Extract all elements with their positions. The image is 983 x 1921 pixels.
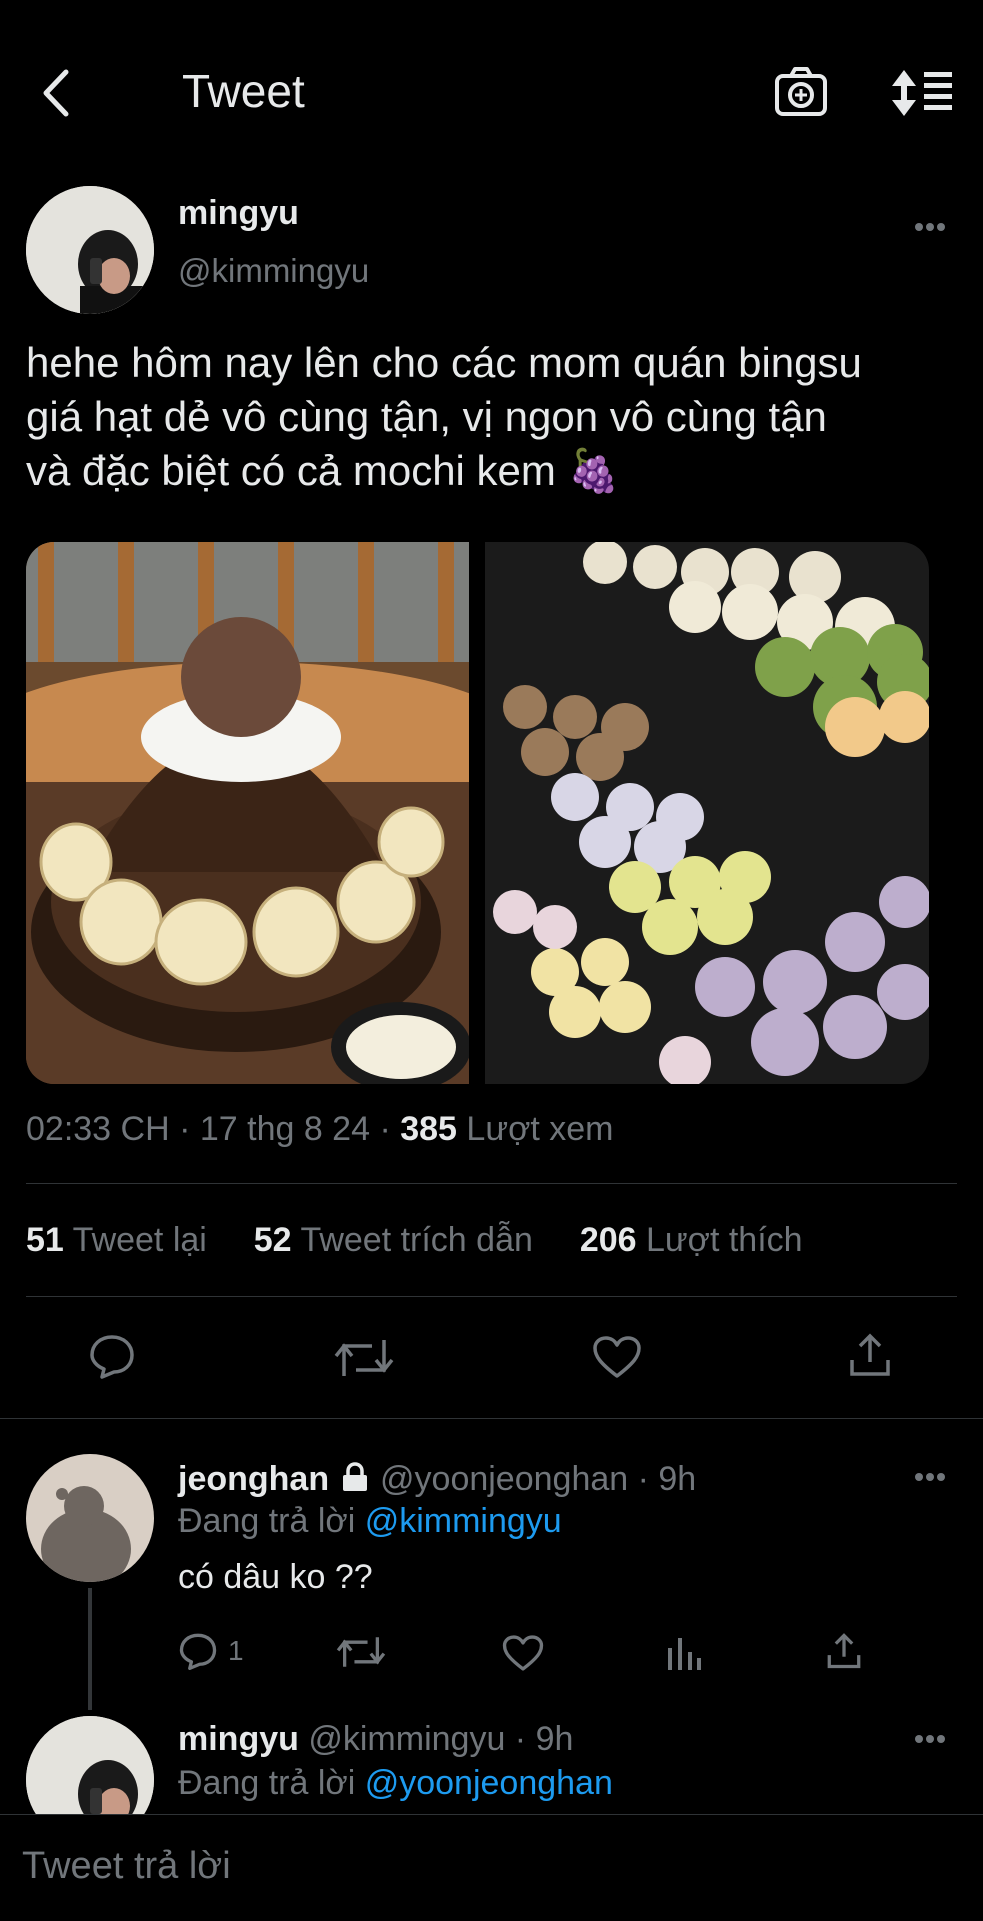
back-button[interactable]	[36, 66, 76, 120]
avatar[interactable]	[26, 1454, 154, 1582]
replying-label: Đang trả lời	[178, 1764, 356, 1802]
tweet-text-line: hehe hôm nay lên cho các mom quán bingsu	[26, 339, 862, 386]
replying-to: Đang trả lời @yoonjeonghan	[178, 1764, 613, 1803]
share-button[interactable]	[826, 1632, 862, 1670]
reply-button[interactable]	[88, 1333, 136, 1379]
likes-stat[interactable]: 206 Lượt thích	[580, 1221, 803, 1259]
replying-to-link[interactable]: @kimmingyu	[365, 1502, 562, 1540]
likes-count: 206	[579, 1221, 637, 1259]
author-handle[interactable]: @kimmingyu	[178, 252, 369, 290]
share-button[interactable]	[848, 1332, 892, 1378]
more-icon[interactable]	[914, 222, 946, 232]
reply-author-name[interactable]: mingyu	[178, 1720, 299, 1758]
like-button[interactable]	[592, 1335, 642, 1379]
retweets-label: Tweet lại	[72, 1221, 207, 1259]
camera-plus-icon[interactable]	[774, 66, 828, 118]
tweet-image-bingsu[interactable]	[26, 542, 469, 1084]
reply-button[interactable]: 1	[178, 1632, 244, 1670]
reply-composer[interactable]: Tweet trả lời	[0, 1814, 983, 1921]
replying-label: Đang trả lời	[178, 1502, 356, 1540]
stats-row: 51 Tweet lại 52 Tweet trích dẫn 206 Lượt…	[26, 1221, 803, 1260]
reply-header: jeonghan @yoonjeonghan · 9h	[178, 1460, 696, 1501]
replying-to-link[interactable]: @yoonjeonghan	[365, 1764, 613, 1802]
author-name[interactable]: mingyu	[178, 194, 299, 233]
views-count: 385	[400, 1110, 457, 1148]
reply-count: 1	[228, 1635, 244, 1666]
replying-to: Đang trả lời @kimmingyu	[178, 1502, 562, 1541]
analytics-icon[interactable]	[666, 1634, 702, 1672]
lock-icon	[339, 1462, 371, 1501]
retweets-stat[interactable]: 51 Tweet lại	[26, 1221, 207, 1259]
divider	[26, 1296, 957, 1297]
reply-handle-time: @yoonjeonghan · 9h	[380, 1460, 697, 1498]
retweets-count: 51	[26, 1221, 64, 1259]
reply-input[interactable]: Tweet trả lời	[22, 1845, 231, 1888]
divider	[0, 1418, 983, 1419]
page-title: Tweet	[182, 65, 305, 117]
tweet-text: hehe hôm nay lên cho các mom quán bingsu…	[26, 336, 862, 498]
like-button[interactable]	[502, 1634, 544, 1672]
retweet-button[interactable]	[336, 1634, 386, 1670]
tweet-image-mochi[interactable]	[485, 542, 929, 1084]
tweet-meta: 02:33 CH · 17 thg 8 24 · 385 Lượt xem	[26, 1110, 614, 1149]
quotes-stat[interactable]: 52 Tweet trích dẫn	[254, 1221, 533, 1259]
retweet-button[interactable]	[334, 1336, 394, 1380]
thread-line	[88, 1588, 92, 1710]
tweet-text-line: và đặc biệt có cả mochi kem 🍇	[26, 447, 620, 494]
reply-header: mingyu @kimmingyu · 9h	[178, 1720, 573, 1759]
more-icon[interactable]	[914, 1734, 946, 1744]
divider	[26, 1183, 957, 1184]
quotes-label: Tweet trích dẫn	[300, 1221, 533, 1259]
quotes-count: 52	[253, 1221, 292, 1259]
reply-author-name[interactable]: jeonghan	[178, 1460, 329, 1498]
views-label: Lượt xem	[466, 1110, 614, 1148]
tweet-timestamp: 02:33 CH · 17 thg 8 24 ·	[26, 1110, 401, 1148]
reply-text: có dâu ko ??	[178, 1558, 373, 1596]
avatar[interactable]	[26, 186, 154, 314]
sort-icon[interactable]	[890, 68, 954, 118]
reply-handle-time: @kimmingyu · 9h	[308, 1720, 574, 1758]
likes-label: Lượt thích	[646, 1221, 803, 1259]
more-icon[interactable]	[914, 1472, 946, 1482]
tweet-text-line: giá hạt dẻ vô cùng tận, vị ngon vô cùng …	[26, 393, 827, 440]
